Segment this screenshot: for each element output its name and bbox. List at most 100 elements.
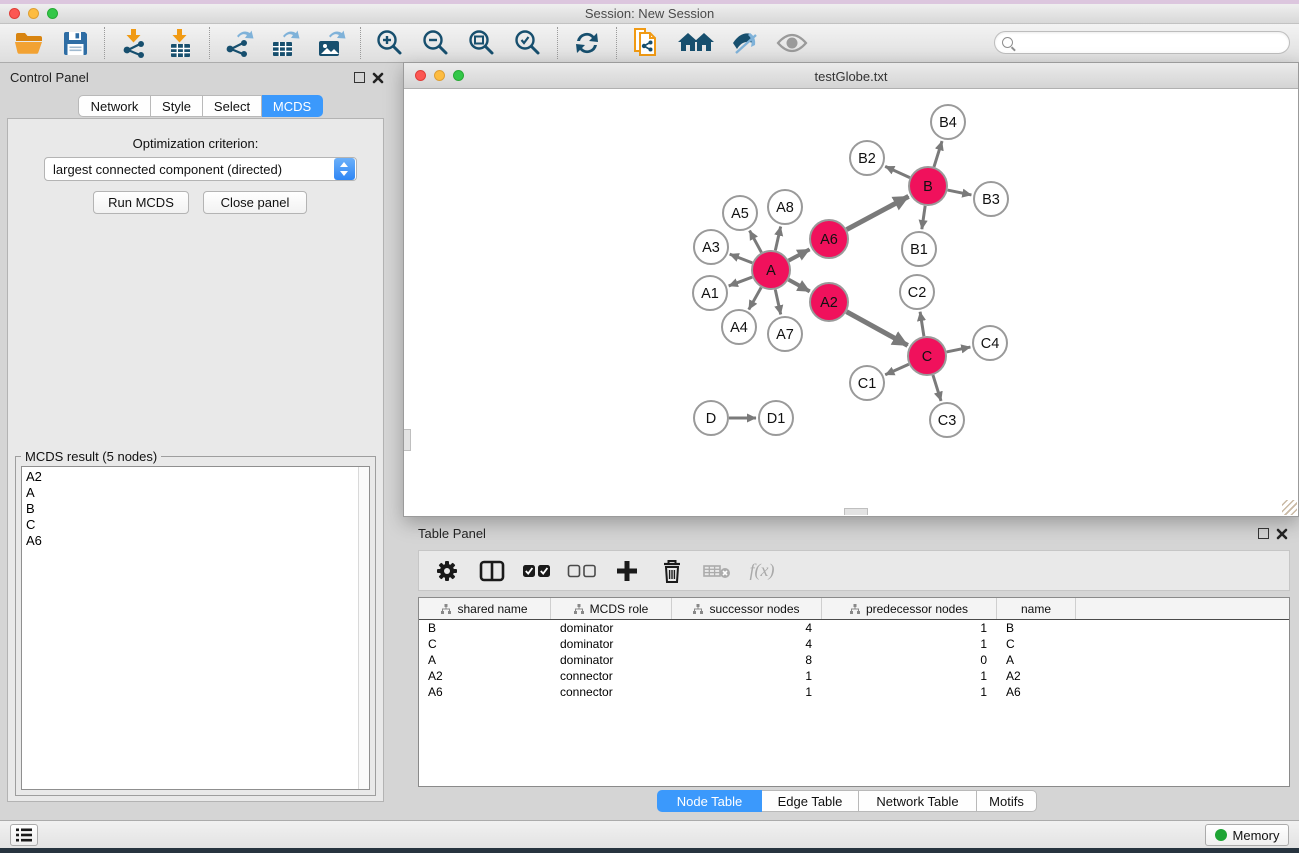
table-cell[interactable]: 1 <box>822 685 997 699</box>
resize-grip-icon[interactable] <box>1282 500 1297 515</box>
columns-icon[interactable] <box>474 555 510 587</box>
delete-icon[interactable] <box>654 555 690 587</box>
table-cell[interactable]: dominator <box>551 653 672 667</box>
graph-edge-C-C4[interactable] <box>947 347 971 352</box>
float-panel-icon[interactable] <box>354 72 365 83</box>
close-panel-button[interactable]: Close panel <box>203 191 307 214</box>
table-cell[interactable]: 1 <box>822 637 997 651</box>
zoom-selected-icon[interactable] <box>512 27 544 59</box>
table-cell[interactable]: A6 <box>419 685 551 699</box>
result-list-item[interactable]: A6 <box>22 533 358 549</box>
open-file-icon[interactable] <box>13 27 45 59</box>
import-table-icon[interactable] <box>164 27 196 59</box>
run-mcds-button[interactable]: Run MCDS <box>93 191 189 214</box>
zoom-out-icon[interactable] <box>420 27 452 59</box>
graph-edge-B-B3[interactable] <box>948 190 972 195</box>
tab-mcds[interactable]: MCDS <box>262 95 323 117</box>
graph-edge-A-A6[interactable] <box>789 249 810 260</box>
tab-network-table[interactable]: Network Table <box>859 790 977 812</box>
table-cell[interactable]: 1 <box>672 685 822 699</box>
node-table[interactable]: shared name MCDS role successor nodes pr… <box>418 597 1290 787</box>
result-list-item[interactable]: A2 <box>22 469 358 485</box>
clone-network-icon[interactable] <box>630 27 662 59</box>
table-cell[interactable]: dominator <box>551 637 672 651</box>
result-scrollbar[interactable] <box>358 467 369 789</box>
network-graph[interactable]: B4B2BB3B1A5A8A6A3AA1A4A7A2C2CC4C1C3DD1 <box>405 90 1297 508</box>
graph-edge-A-A4[interactable] <box>749 287 761 309</box>
close-panel-icon[interactable] <box>372 72 384 84</box>
graph-edge-A-A8[interactable] <box>775 227 780 251</box>
task-history-button[interactable] <box>10 824 38 846</box>
network-window-titlebar[interactable]: testGlobe.txt <box>404 63 1298 89</box>
zoom-in-icon[interactable] <box>374 27 406 59</box>
table-cell[interactable]: A6 <box>997 685 1076 699</box>
add-column-icon[interactable] <box>609 555 645 587</box>
graph-edge-C-C1[interactable] <box>885 364 909 375</box>
table-cell[interactable]: B <box>419 621 551 635</box>
graph-edge-A-A5[interactable] <box>750 231 762 253</box>
tab-style[interactable]: Style <box>151 95 203 117</box>
table-cell[interactable]: connector <box>551 685 672 699</box>
network-canvas[interactable]: B4B2BB3B1A5A8A6A3AA1A4A7A2C2CC4C1C3DD1 <box>405 90 1297 515</box>
float-table-panel-icon[interactable] <box>1258 528 1269 539</box>
search-input[interactable] <box>1017 34 1289 52</box>
table-cell[interactable]: 1 <box>822 669 997 683</box>
table-cell[interactable]: 1 <box>672 669 822 683</box>
table-row[interactable]: Bdominator41B <box>419 620 1289 636</box>
graph-edge-A-A3[interactable] <box>730 254 753 263</box>
graph-edge-A6-B[interactable] <box>847 196 909 229</box>
table-cell[interactable]: B <box>997 621 1076 635</box>
graph-edge-A-A7[interactable] <box>775 290 780 315</box>
refresh-icon[interactable] <box>571 27 603 59</box>
export-network-icon[interactable] <box>223 27 255 59</box>
result-list-item[interactable]: C <box>22 517 358 533</box>
export-table-icon[interactable] <box>269 27 301 59</box>
table-row[interactable]: Adominator80A <box>419 652 1289 668</box>
bottom-gripper[interactable] <box>844 508 868 515</box>
table-row[interactable]: A2connector11A2 <box>419 668 1289 684</box>
result-list-item[interactable]: B <box>22 501 358 517</box>
graph-edge-A2-C[interactable] <box>847 312 908 346</box>
graph-edge-A-A2[interactable] <box>789 280 810 292</box>
table-cell[interactable]: C <box>997 637 1076 651</box>
import-network-icon[interactable] <box>118 27 150 59</box>
graph-edge-B-B4[interactable] <box>934 141 942 167</box>
table-cell[interactable]: 4 <box>672 621 822 635</box>
table-cell[interactable]: 1 <box>822 621 997 635</box>
table-cell[interactable]: A2 <box>997 669 1076 683</box>
zoom-fit-icon[interactable] <box>466 27 498 59</box>
table-cell[interactable]: 4 <box>672 637 822 651</box>
table-cell[interactable]: A2 <box>419 669 551 683</box>
column-header-predecessor-nodes[interactable]: predecessor nodes <box>822 598 997 619</box>
search-box[interactable] <box>994 31 1290 54</box>
function-builder-icon[interactable]: f(x) <box>744 555 780 587</box>
deselect-all-icon[interactable] <box>564 555 600 587</box>
tab-select[interactable]: Select <box>203 95 262 117</box>
graph-edge-C-C3[interactable] <box>933 375 941 401</box>
memory-button[interactable]: Memory <box>1205 824 1289 846</box>
criterion-select[interactable]: largest connected component (directed) <box>44 157 357 181</box>
left-gripper[interactable] <box>404 429 411 451</box>
table-row[interactable]: A6connector11A6 <box>419 684 1289 700</box>
hide-panel-icon[interactable] <box>730 27 762 59</box>
column-header-mcds-role[interactable]: MCDS role <box>551 598 672 619</box>
delete-table-icon[interactable] <box>699 555 735 587</box>
column-header-name[interactable]: name <box>997 598 1076 619</box>
home-icon[interactable] <box>676 27 716 59</box>
graph-edge-C-C2[interactable] <box>920 312 924 336</box>
gear-icon[interactable] <box>429 555 465 587</box>
column-header-successor-nodes[interactable]: successor nodes <box>672 598 822 619</box>
table-cell[interactable]: 8 <box>672 653 822 667</box>
table-cell[interactable]: 0 <box>822 653 997 667</box>
table-cell[interactable]: A <box>997 653 1076 667</box>
graph-edge-A-A1[interactable] <box>729 277 753 286</box>
close-table-panel-icon[interactable] <box>1276 528 1288 540</box>
table-cell[interactable]: connector <box>551 669 672 683</box>
table-row[interactable]: Cdominator41C <box>419 636 1289 652</box>
select-all-icon[interactable] <box>519 555 555 587</box>
tab-motifs[interactable]: Motifs <box>977 790 1037 812</box>
tab-node-table[interactable]: Node Table <box>657 790 762 812</box>
tab-edge-table[interactable]: Edge Table <box>762 790 859 812</box>
mcds-result-list[interactable]: A2ABCA6 <box>21 466 370 790</box>
column-header-shared-name[interactable]: shared name <box>419 598 551 619</box>
